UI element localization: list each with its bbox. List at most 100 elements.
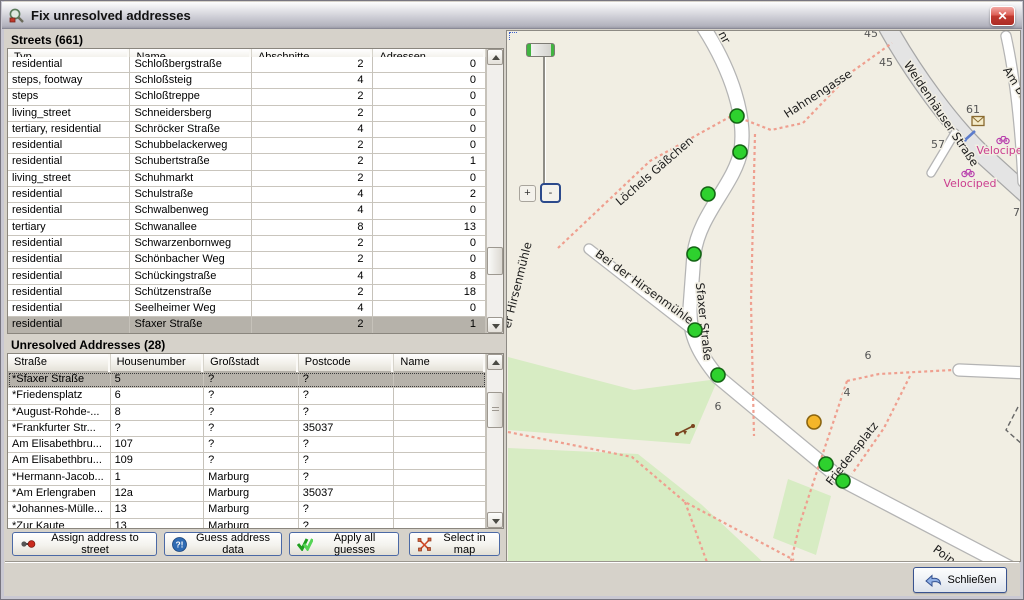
table-cell: residential <box>8 187 130 203</box>
title-bar[interactable]: Fix unresolved addresses ✕ <box>2 2 1022 29</box>
address-marker-orange[interactable] <box>807 415 821 429</box>
assign-street-icon <box>20 537 36 551</box>
number-label: 6 <box>865 349 872 362</box>
table-row[interactable]: Am Elisabethbru...109?? <box>8 453 486 469</box>
stub-east[interactable] <box>959 370 1021 373</box>
table-row[interactable]: living_streetSchneidersberg20 <box>8 106 486 122</box>
table-row[interactable]: residentialSchwalbenweg40 <box>8 203 486 219</box>
column-header-housenumber[interactable]: Housenumber <box>111 354 205 372</box>
scroll-down-button[interactable] <box>487 317 503 333</box>
table-row[interactable]: residentialSchönbacher Weg20 <box>8 252 486 268</box>
table-cell: residential <box>8 203 130 219</box>
address-marker-green[interactable] <box>701 187 715 201</box>
velociped-label: Velociped <box>976 144 1021 157</box>
table-row[interactable]: *Hermann-Jacob...1Marburg? <box>8 470 486 486</box>
scroll-down-button[interactable] <box>487 512 503 528</box>
zoom-in-button[interactable]: + <box>519 185 536 202</box>
table-row[interactable]: tertiarySchwanallee813 <box>8 220 486 236</box>
close-window-button[interactable]: ✕ <box>990 6 1015 26</box>
table-row[interactable]: residentialSchubertstraße21 <box>8 154 486 170</box>
table-cell: living_street <box>8 106 130 122</box>
table-row[interactable]: residentialSchloßbergstraße20 <box>8 57 486 73</box>
am-bruecker[interactable] <box>1006 36 1021 182</box>
table-cell <box>394 372 486 388</box>
column-header-name[interactable]: Name <box>394 354 486 372</box>
scroll-up-button[interactable] <box>487 354 503 370</box>
table-row[interactable]: *Friedensplatz6?? <box>8 388 486 404</box>
table-row[interactable]: *Am Erlengraben12aMarburg35037 <box>8 486 486 502</box>
zoom-slider-handle[interactable] <box>526 43 555 57</box>
table-cell: residential <box>8 317 130 333</box>
address-marker-green[interactable] <box>688 323 702 337</box>
zoom-slider-track[interactable] <box>543 56 545 187</box>
scrollbar-thumb[interactable] <box>487 247 503 275</box>
street-label: Hahnengasse <box>781 67 854 121</box>
address-marker-green[interactable] <box>687 247 701 261</box>
table-row[interactable]: living_streetSchuhmarkt20 <box>8 171 486 187</box>
table-cell: 4 <box>252 301 374 317</box>
east-path[interactable] <box>847 370 953 381</box>
table-row[interactable]: residentialSeelheimer Weg40 <box>8 301 486 317</box>
apply-all-guesses-button[interactable]: Apply all guesses <box>289 532 399 556</box>
table-cell: Marburg <box>204 470 299 486</box>
table-cell: living_street <box>8 171 130 187</box>
branch-path[interactable] <box>852 376 910 474</box>
address-marker-green[interactable] <box>711 368 725 382</box>
address-marker-green[interactable] <box>819 457 833 471</box>
scrollbar-thumb[interactable] <box>487 392 503 428</box>
table-row[interactable]: *Frankfurter Str...??35037 <box>8 421 486 437</box>
table-cell: ? <box>299 502 395 518</box>
table-row[interactable]: *August-Rohde-...8?? <box>8 405 486 421</box>
table-cell: 2 <box>252 236 374 252</box>
assign-address-to-street-button[interactable]: Assign address to street <box>12 532 157 556</box>
map-canvas[interactable]: HahnengasseLöchels GäßchenWeidenhäuser S… <box>507 31 1021 562</box>
table-cell: 1 <box>373 317 486 333</box>
table-cell: 2 <box>252 57 374 73</box>
table-row[interactable]: residentialSchückingstraße48 <box>8 269 486 285</box>
table-row[interactable]: residentialSfaxer Straße21 <box>8 317 486 333</box>
column-header-gro-stadt[interactable]: Großstadt <box>204 354 299 372</box>
dialog-footer: Schließen <box>5 561 1019 595</box>
table-cell <box>394 519 486 528</box>
address-marker-green[interactable] <box>836 474 850 488</box>
unresolved-table-scrollbar[interactable] <box>486 354 503 528</box>
table-row[interactable]: tertiary, residentialSchröcker Straße40 <box>8 122 486 138</box>
double-check-icon <box>297 537 313 551</box>
table-row[interactable]: residentialSchützenstraße218 <box>8 285 486 301</box>
table-cell: 13 <box>373 220 486 236</box>
button-label: Schließen <box>948 574 997 586</box>
table-cell: Marburg <box>204 519 299 528</box>
weidenhaeuser[interactable] <box>888 31 1021 194</box>
map-panel[interactable]: HahnengasseLöchels GäßchenWeidenhäuser S… <box>506 30 1021 562</box>
table-row[interactable]: steps, footwaySchloßsteig40 <box>8 73 486 89</box>
table-row[interactable]: residentialSchulstraße42 <box>8 187 486 203</box>
back-arrow-icon <box>924 573 942 587</box>
vertical-path[interactable] <box>751 134 755 436</box>
streets-table-scrollbar[interactable] <box>486 49 503 333</box>
scroll-up-button[interactable] <box>487 49 503 65</box>
zoom-out-button[interactable]: - <box>540 183 561 203</box>
table-row[interactable]: Am Elisabethbru...107?? <box>8 437 486 453</box>
address-marker-green[interactable] <box>730 109 744 123</box>
column-header-stra-e[interactable]: Straße <box>8 354 111 372</box>
table-cell: 2 <box>252 285 374 301</box>
table-cell: ? <box>299 372 395 388</box>
table-row[interactable]: *Johannes-Mülle...13Marburg? <box>8 502 486 518</box>
guess-address-data-button[interactable]: ?! Guess address data <box>164 532 282 556</box>
table-cell: ? <box>299 437 395 453</box>
number-label: 57 <box>931 138 945 151</box>
table-row[interactable]: *Sfaxer Straße5?? <box>8 372 486 388</box>
table-cell: *August-Rohde-... <box>8 405 111 421</box>
table-row[interactable]: residentialSchwarzenbornweg20 <box>8 236 486 252</box>
window-title: Fix unresolved addresses <box>31 8 191 23</box>
column-header-postcode[interactable]: Postcode <box>299 354 395 372</box>
table-row[interactable]: stepsSchloßtreppe20 <box>8 89 486 105</box>
schliessen-button[interactable]: Schließen <box>913 567 1007 593</box>
select-in-map-button[interactable]: Select in map <box>409 532 500 556</box>
table-cell: 8 <box>373 269 486 285</box>
velociped-label: Velociped <box>943 177 996 190</box>
table-cell: 0 <box>373 236 486 252</box>
table-row[interactable]: residentialSchubbelackerweg20 <box>8 138 486 154</box>
table-row[interactable]: *Zur Kaute13Marburg? <box>8 519 486 528</box>
address-marker-green[interactable] <box>733 145 747 159</box>
